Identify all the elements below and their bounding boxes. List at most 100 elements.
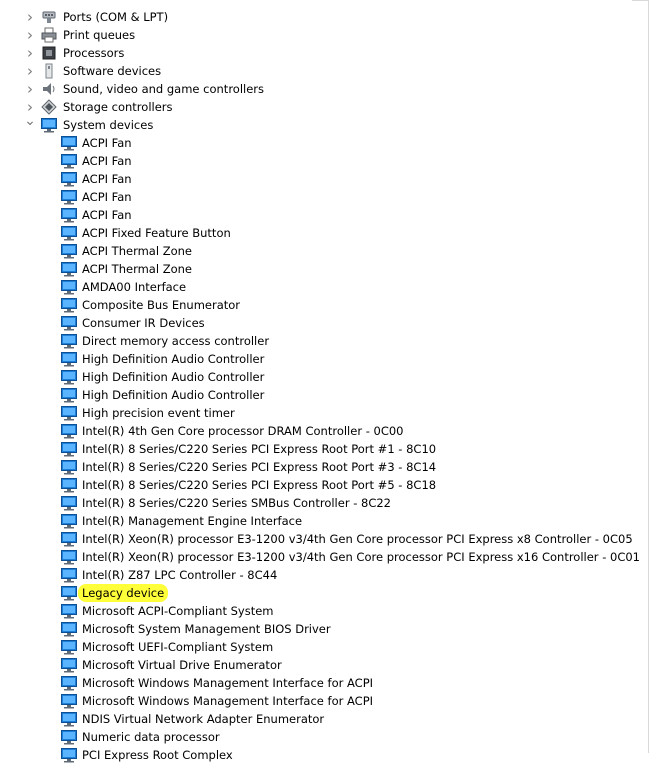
tree-category-row[interactable]: › Ports (COM & LPT): [0, 8, 649, 26]
device-label: Intel(R) 8 Series/C220 Series PCI Expres…: [82, 442, 437, 456]
tree-category-row[interactable]: › Print queues: [0, 26, 649, 44]
tree-device-row[interactable]: High Definition Audio Controller: [0, 386, 649, 404]
monitor-icon: [61, 387, 77, 403]
tree-category-row[interactable]: › Sound, video and game controllers: [0, 80, 649, 98]
device-label: Microsoft Windows Management Interface f…: [82, 694, 374, 708]
device-label: PCI Express Root Complex: [82, 748, 233, 762]
tree-device-row[interactable]: Legacy device: [0, 584, 649, 602]
tree-device-row[interactable]: Intel(R) 8 Series/C220 Series PCI Expres…: [0, 476, 649, 494]
tree-device-row[interactable]: Microsoft System Management BIOS Driver: [0, 620, 649, 638]
monitor-icon: [61, 459, 77, 475]
device-label: Microsoft Virtual Drive Enumerator: [82, 658, 282, 672]
tree-device-row[interactable]: ACPI Fan: [0, 170, 649, 188]
device-label: NDIS Virtual Network Adapter Enumerator: [82, 712, 325, 726]
device-label: Consumer IR Devices: [82, 316, 205, 330]
tree-device-row[interactable]: PCI Express Root Complex: [0, 746, 649, 764]
device-label: Microsoft Windows Management Interface f…: [82, 676, 374, 690]
port-icon: [41, 9, 57, 25]
device-label: AMDA00 Interface: [82, 280, 187, 294]
monitor-icon: [61, 261, 77, 277]
category-label: Software devices: [63, 64, 162, 78]
chevron-right-icon[interactable]: ›: [24, 80, 36, 98]
device-label: ACPI Fixed Feature Button: [82, 226, 231, 240]
monitor-icon: [61, 171, 77, 187]
tree-device-row[interactable]: Intel(R) Management Engine Interface: [0, 512, 649, 530]
tree-device-row[interactable]: Intel(R) Z87 LPC Controller - 8C44: [0, 566, 649, 584]
monitor-icon: [61, 135, 77, 151]
device-label: Intel(R) Xeon(R) processor E3-1200 v3/4t…: [82, 532, 633, 546]
device-label: Intel(R) 8 Series/C220 Series PCI Expres…: [82, 460, 437, 474]
monitor-icon: [61, 603, 77, 619]
chevron-down-icon[interactable]: ⌄: [24, 114, 36, 134]
tree-device-row[interactable]: Numeric data processor: [0, 728, 649, 746]
device-label: ACPI Fan: [82, 208, 132, 222]
device-label: ACPI Thermal Zone: [82, 262, 192, 276]
monitor-icon: [61, 405, 77, 421]
chevron-right-icon[interactable]: ›: [24, 62, 36, 80]
tree-device-row[interactable]: Microsoft Windows Management Interface f…: [0, 692, 649, 710]
monitor-icon: [61, 351, 77, 367]
tree-device-row[interactable]: Intel(R) Xeon(R) processor E3-1200 v3/4t…: [0, 548, 649, 566]
device-label: High Definition Audio Controller: [82, 388, 265, 402]
monitor-icon: [61, 567, 77, 583]
tree-device-row[interactable]: ACPI Thermal Zone: [0, 260, 649, 278]
tree-device-row[interactable]: ACPI Fan: [0, 188, 649, 206]
speaker-icon: [41, 81, 57, 97]
device-label: High precision event timer: [82, 406, 235, 420]
device-label: Intel(R) Xeon(R) processor E3-1200 v3/4t…: [82, 550, 640, 564]
monitor-icon: [61, 207, 77, 223]
device-label: ACPI Fan: [82, 136, 132, 150]
tree-category-row[interactable]: › Software devices: [0, 62, 649, 80]
tree-device-row[interactable]: Microsoft UEFI-Compliant System: [0, 638, 649, 656]
monitor-icon: [41, 117, 57, 133]
device-label: Direct memory access controller: [82, 334, 270, 348]
category-label: Ports (COM & LPT): [63, 10, 169, 24]
tree-category-row[interactable]: › Processors: [0, 44, 649, 62]
device-label: Microsoft UEFI-Compliant System: [82, 640, 274, 654]
device-label: Numeric data processor: [82, 730, 220, 744]
tree-device-row[interactable]: Microsoft ACPI-Compliant System: [0, 602, 649, 620]
monitor-icon: [61, 189, 77, 205]
printer-icon: [41, 27, 57, 43]
device-label: Composite Bus Enumerator: [82, 298, 241, 312]
monitor-icon: [61, 315, 77, 331]
chevron-right-icon[interactable]: ›: [24, 44, 36, 62]
tree-device-row[interactable]: Intel(R) 4th Gen Core processor DRAM Con…: [0, 422, 649, 440]
device-label: High Definition Audio Controller: [82, 370, 265, 384]
device-label: Intel(R) Management Engine Interface: [82, 514, 303, 528]
tree-category-row[interactable]: ⌄ System devices: [0, 114, 649, 134]
device-label: Microsoft System Management BIOS Driver: [82, 622, 331, 636]
tree-device-row[interactable]: ACPI Fan: [0, 206, 649, 224]
tree-device-row[interactable]: Intel(R) 8 Series/C220 Series PCI Expres…: [0, 458, 649, 476]
tree-device-row[interactable]: Microsoft Virtual Drive Enumerator: [0, 656, 649, 674]
category-label: Print queues: [63, 28, 136, 42]
chevron-right-icon[interactable]: ›: [24, 8, 36, 26]
monitor-icon: [61, 279, 77, 295]
tree-device-row[interactable]: High Definition Audio Controller: [0, 368, 649, 386]
monitor-icon: [61, 513, 77, 529]
tree-device-row[interactable]: ACPI Thermal Zone: [0, 242, 649, 260]
device-label: Intel(R) Z87 LPC Controller - 8C44: [82, 568, 278, 582]
device-label: ACPI Fan: [82, 190, 132, 204]
tree-device-row[interactable]: ACPI Fan: [0, 134, 649, 152]
monitor-icon: [61, 549, 77, 565]
tree-device-row[interactable]: High precision event timer: [0, 404, 649, 422]
tree-device-row[interactable]: NDIS Virtual Network Adapter Enumerator: [0, 710, 649, 728]
device-tree[interactable]: › Ports (COM & LPT) › Print queues › Processo…: [0, 0, 649, 763]
tree-device-row[interactable]: Microsoft Windows Management Interface f…: [0, 674, 649, 692]
tree-device-row[interactable]: ACPI Fan: [0, 152, 649, 170]
device-label: Legacy device: [78, 584, 169, 602]
tree-device-row[interactable]: Direct memory access controller: [0, 332, 649, 350]
tree-device-row[interactable]: Intel(R) 8 Series/C220 Series SMBus Cont…: [0, 494, 649, 512]
tree-device-row[interactable]: ACPI Fixed Feature Button: [0, 224, 649, 242]
tree-category-row[interactable]: › Storage controllers: [0, 98, 649, 116]
tree-device-row[interactable]: Intel(R) 8 Series/C220 Series PCI Expres…: [0, 440, 649, 458]
tree-device-row[interactable]: AMDA00 Interface: [0, 278, 649, 296]
chevron-right-icon[interactable]: ›: [24, 26, 36, 44]
tree-device-row[interactable]: Consumer IR Devices: [0, 314, 649, 332]
monitor-icon: [61, 531, 77, 547]
tree-device-row[interactable]: Composite Bus Enumerator: [0, 296, 649, 314]
tree-device-row[interactable]: Intel(R) Xeon(R) processor E3-1200 v3/4t…: [0, 530, 649, 548]
tree-device-row[interactable]: High Definition Audio Controller: [0, 350, 649, 368]
device-label: ACPI Fan: [82, 172, 132, 186]
